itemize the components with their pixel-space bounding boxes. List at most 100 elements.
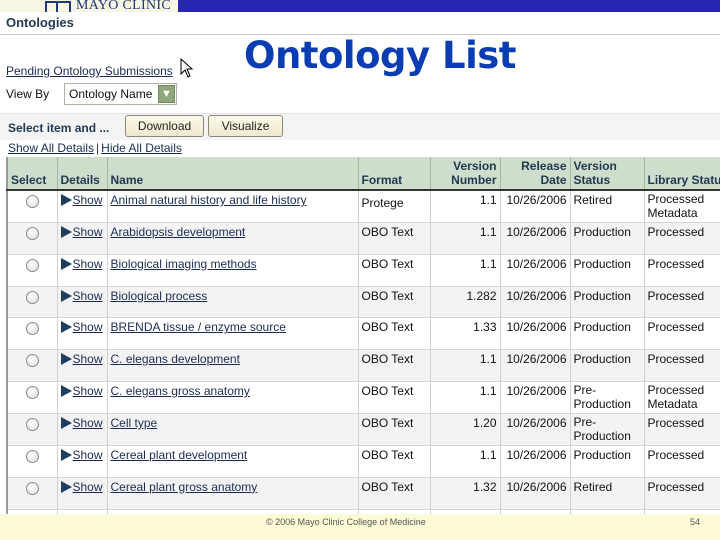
expand-icon[interactable] [60,416,72,429]
action-label: Select item and ... [8,121,110,135]
version-number-cell: 1.1 [430,445,501,478]
table-row: Show Biological process OBO Text 1.282 10/26… [7,286,720,319]
details-links: Show All Details | Hide All Details [8,141,182,155]
copyright: © 2006 Mayo Clinic College of Medicine [266,517,426,527]
version-status-cell: Production [570,349,645,382]
details-cell: Show [57,445,108,478]
pending-submissions-link[interactable]: Pending Ontology Submissions [6,64,173,78]
select-radio[interactable] [25,322,39,336]
details-cell: Show [57,413,108,446]
release-date-cell: 10/26/2006 [500,190,571,223]
details-cell: Show [57,349,108,382]
brand-bar [178,0,720,12]
mayo-shield-icon [45,1,71,12]
version-status-cell: Production [570,222,645,255]
select-radio[interactable] [25,481,39,495]
name-cell: C. elegans development [107,349,359,382]
show-details-link[interactable]: Show [73,320,103,334]
name-cell: Animal natural history and life history [107,190,359,223]
table-header-row: Select Details Name Format Version Numbe… [7,157,720,191]
expand-icon[interactable] [60,384,72,397]
select-cell [7,317,58,351]
release-date-cell: 10/26/2006 [500,445,571,478]
ontology-name-link[interactable]: Biological process [111,289,208,303]
name-cell: Arabidopsis development [107,222,359,255]
expand-icon[interactable] [60,480,72,493]
name-cell: Cell type [107,413,359,446]
library-status-cell: Processed Metadata [644,190,720,223]
ontology-name-link[interactable]: Arabidopsis development [111,225,246,239]
show-details-link[interactable]: Show [73,193,103,207]
ontology-name-link[interactable]: C. elegans development [111,352,240,366]
version-status-cell: Production [570,445,645,478]
select-cell [7,381,58,414]
select-radio[interactable] [25,195,39,208]
show-details-link[interactable]: Show [73,448,103,462]
library-status-cell: Processed [644,413,720,446]
version-number-cell: 1.1 [430,254,501,287]
select-radio[interactable] [25,385,39,399]
details-cell: Show [57,317,108,351]
select-radio[interactable] [25,290,39,304]
format-cell: OBO Text [358,222,431,255]
hide-all-details-link[interactable]: Hide All Details [101,141,182,155]
ontology-name-link[interactable]: Cereal plant development [111,448,248,462]
show-details-link[interactable]: Show [73,416,103,430]
visualize-button[interactable]: Visualize [208,115,283,137]
expand-icon[interactable] [60,448,72,461]
show-details-link[interactable]: Show [73,480,103,494]
show-details-link[interactable]: Show [73,289,103,303]
name-cell: Biological imaging methods [107,254,359,287]
select-radio[interactable] [25,449,39,463]
table-row: Show Cereal plant development OBO Text 1.1 1… [7,445,720,478]
format-cell: OBO Text [358,381,431,414]
col-format[interactable]: Format [358,157,431,191]
table-row: Show Biological imaging methods OBO Text 1.… [7,254,720,287]
show-details-link[interactable]: Show [73,225,103,239]
ontology-name-link[interactable]: C. elegans gross anatomy [111,384,250,398]
ontology-name-link[interactable]: Biological imaging methods [111,257,257,271]
release-date-cell: 10/26/2006 [500,349,571,382]
format-cell: OBO Text [358,349,431,382]
expand-icon[interactable] [60,194,72,206]
table-row: Show C. elegans development OBO Text 1.1 10/… [7,349,720,382]
col-select: Select [7,157,58,191]
expand-icon[interactable] [60,257,72,270]
ontology-name-link[interactable]: Cell type [111,416,158,430]
ontology-name-link[interactable]: Animal natural history and life history [111,193,307,207]
ontology-name-link[interactable]: Cereal plant gross anatomy [111,480,258,494]
select-radio[interactable] [25,227,39,240]
col-name[interactable]: Name [107,157,359,191]
chevron-down-icon[interactable]: ▼ [158,85,175,103]
col-library-status[interactable]: Library Status [644,157,720,191]
col-version-number[interactable]: Version Number [430,157,501,191]
select-radio[interactable] [25,258,39,272]
details-cell: Show [57,190,108,223]
ontology-name-link[interactable]: BRENDA tissue / enzyme source [111,320,286,334]
show-details-link[interactable]: Show [73,384,103,398]
select-radio[interactable] [25,354,39,368]
select-cell [7,222,58,255]
version-status-cell: Pre-Production [570,381,645,414]
view-by-value: Ontology Name [69,87,153,101]
show-details-link[interactable]: Show [73,257,103,271]
details-cell: Show [57,381,108,414]
expand-icon[interactable] [60,289,72,302]
show-all-details-link[interactable]: Show All Details [8,141,94,155]
version-number-cell: 1.20 [430,413,501,446]
version-status-cell: Production [570,254,645,287]
version-number-cell: 1.1 [430,222,501,255]
show-details-link[interactable]: Show [73,352,103,366]
format-cell: Protege [358,190,431,223]
expand-icon[interactable] [60,321,72,334]
select-radio[interactable] [25,417,39,431]
details-cell: Show [57,286,108,319]
details-cell: Show [57,254,108,287]
download-button[interactable]: Download [125,115,204,137]
expand-icon[interactable] [60,226,72,238]
view-by-select[interactable]: Ontology Name ▼ [64,83,177,105]
col-release-date[interactable]: Release Date [500,157,571,191]
section-title: Ontologies [6,15,74,30]
col-version-status[interactable]: Version Status [570,157,645,191]
expand-icon[interactable] [60,353,72,366]
